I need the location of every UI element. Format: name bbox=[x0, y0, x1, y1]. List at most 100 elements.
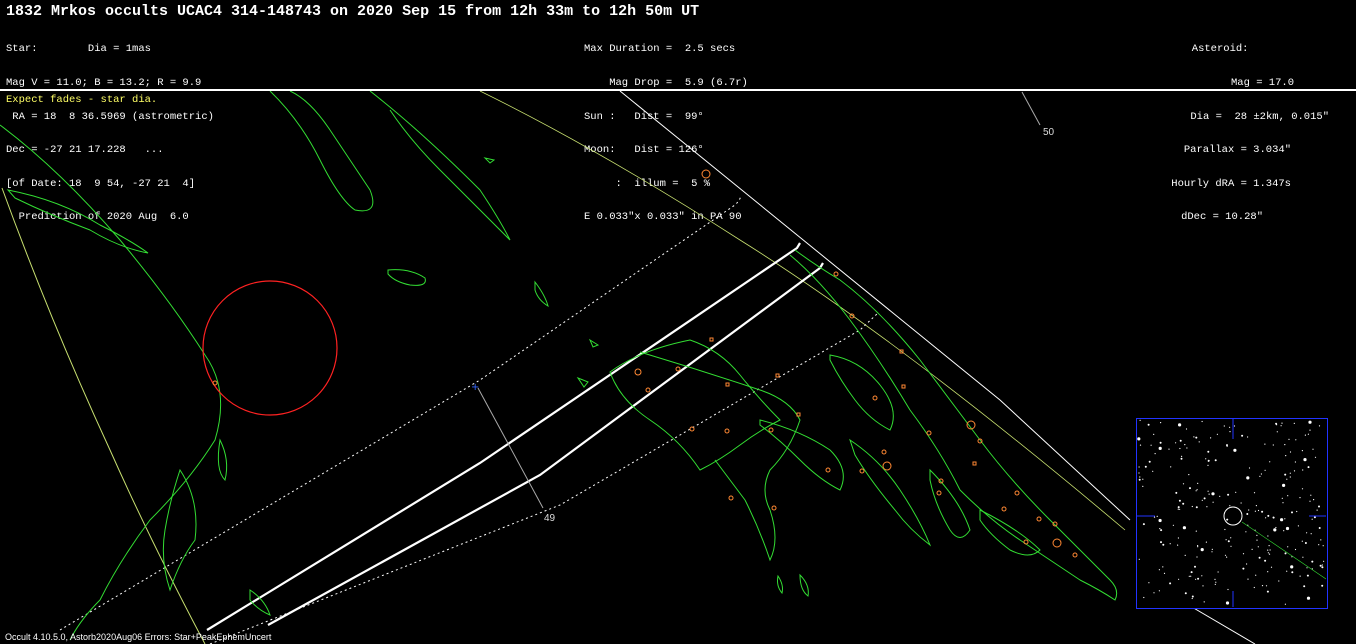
chart-star bbox=[1148, 582, 1150, 584]
chart-star bbox=[1261, 510, 1264, 513]
chart-star bbox=[1294, 461, 1296, 463]
event-info-line: Mag Drop = 5.9 (6.7r) bbox=[584, 77, 748, 90]
chart-star bbox=[1286, 478, 1288, 480]
chart-star bbox=[1188, 474, 1190, 476]
chart-star bbox=[1154, 453, 1156, 455]
chart-star bbox=[1142, 478, 1144, 480]
chart-star bbox=[1207, 490, 1209, 492]
chart-star bbox=[1153, 433, 1155, 435]
chart-star bbox=[1175, 491, 1178, 494]
chart-star bbox=[1296, 510, 1298, 513]
chart-star bbox=[1195, 578, 1197, 580]
chart-star bbox=[1211, 492, 1215, 496]
star-field bbox=[1137, 419, 1327, 607]
chart-star bbox=[1264, 469, 1266, 471]
chart-star bbox=[1191, 597, 1193, 600]
chart-star bbox=[1235, 491, 1237, 493]
chart-star bbox=[1205, 541, 1207, 543]
chart-star bbox=[1301, 540, 1303, 542]
chart-star bbox=[1284, 603, 1286, 605]
chart-star bbox=[1190, 575, 1192, 577]
chart-star bbox=[1211, 551, 1213, 553]
sigma-limit-north bbox=[59, 194, 741, 631]
chart-star bbox=[1205, 458, 1207, 460]
chart-star bbox=[1268, 553, 1271, 555]
chart-star bbox=[1248, 509, 1250, 511]
chart-star bbox=[1143, 596, 1145, 599]
chart-star bbox=[1287, 546, 1289, 548]
chart-star bbox=[1318, 544, 1320, 546]
chart-star bbox=[1273, 528, 1277, 532]
chart-star bbox=[1225, 539, 1227, 541]
chart-star bbox=[1206, 506, 1208, 508]
chart-star bbox=[1160, 529, 1163, 532]
chart-star bbox=[1247, 436, 1249, 438]
chart-star bbox=[1186, 447, 1188, 449]
chart-star bbox=[1265, 585, 1268, 587]
chart-star bbox=[1158, 518, 1162, 523]
chart-star bbox=[1316, 509, 1318, 511]
chart-star bbox=[1306, 532, 1308, 534]
chart-star bbox=[1259, 475, 1261, 477]
chart-star bbox=[1295, 439, 1297, 441]
chart-star bbox=[1309, 429, 1311, 431]
chart-star bbox=[1285, 526, 1290, 531]
chart-star bbox=[1318, 425, 1321, 427]
chart-star bbox=[1147, 423, 1150, 426]
chart-star bbox=[1303, 585, 1306, 588]
chart-star bbox=[1254, 510, 1256, 512]
horizon-limit-left bbox=[1, 187, 206, 644]
chart-star bbox=[1306, 574, 1309, 577]
coastlines bbox=[0, 91, 1118, 641]
chart-star bbox=[1180, 457, 1183, 460]
chart-star bbox=[1227, 588, 1229, 591]
chart-star bbox=[1197, 546, 1199, 548]
chart-star bbox=[1172, 524, 1174, 526]
chart-star bbox=[1282, 502, 1284, 504]
chart-star bbox=[1201, 499, 1203, 501]
chart-star bbox=[1191, 595, 1194, 598]
horizon-limit-right bbox=[479, 91, 1126, 531]
star-chart-inset[interactable] bbox=[1136, 418, 1328, 609]
chart-star bbox=[1177, 544, 1179, 546]
chart-star bbox=[1229, 431, 1231, 433]
chart-star bbox=[1280, 518, 1284, 522]
daylight-limit-line bbox=[619, 91, 1131, 521]
chart-star bbox=[1278, 580, 1280, 582]
chart-star bbox=[1323, 560, 1325, 562]
chart-star bbox=[1297, 525, 1299, 527]
chart-star bbox=[1191, 505, 1193, 508]
chart-star bbox=[1219, 495, 1221, 497]
chart-star bbox=[1153, 592, 1155, 594]
chart-star bbox=[1162, 543, 1165, 546]
chart-star bbox=[1181, 455, 1183, 457]
chart-star bbox=[1179, 447, 1181, 450]
chart-star bbox=[1224, 554, 1227, 556]
chart-star bbox=[1246, 513, 1249, 515]
chart-star bbox=[1215, 581, 1217, 583]
chart-star bbox=[1284, 473, 1287, 476]
chart-star bbox=[1179, 508, 1181, 510]
chart-star bbox=[1195, 530, 1197, 532]
chart-star bbox=[1256, 534, 1258, 536]
chart-star bbox=[1169, 543, 1171, 545]
chart-star bbox=[1137, 437, 1141, 441]
chart-star bbox=[1318, 527, 1321, 529]
chart-star bbox=[1168, 448, 1170, 450]
chart-star bbox=[1313, 499, 1315, 501]
tick-line-49 bbox=[477, 387, 544, 509]
chart-star bbox=[1242, 553, 1245, 555]
chart-star bbox=[1307, 466, 1310, 469]
chart-star bbox=[1150, 444, 1152, 446]
chart-star bbox=[1202, 585, 1204, 587]
chart-star bbox=[1207, 450, 1210, 453]
chart-star bbox=[1184, 444, 1186, 446]
tick-label-50: 50 bbox=[1043, 127, 1055, 138]
chart-star bbox=[1195, 490, 1197, 492]
chart-star bbox=[1138, 466, 1140, 468]
chart-star bbox=[1285, 455, 1287, 457]
chart-star bbox=[1247, 578, 1249, 580]
chart-star bbox=[1318, 505, 1320, 508]
chart-star bbox=[1200, 548, 1204, 552]
chart-star bbox=[1189, 487, 1191, 490]
